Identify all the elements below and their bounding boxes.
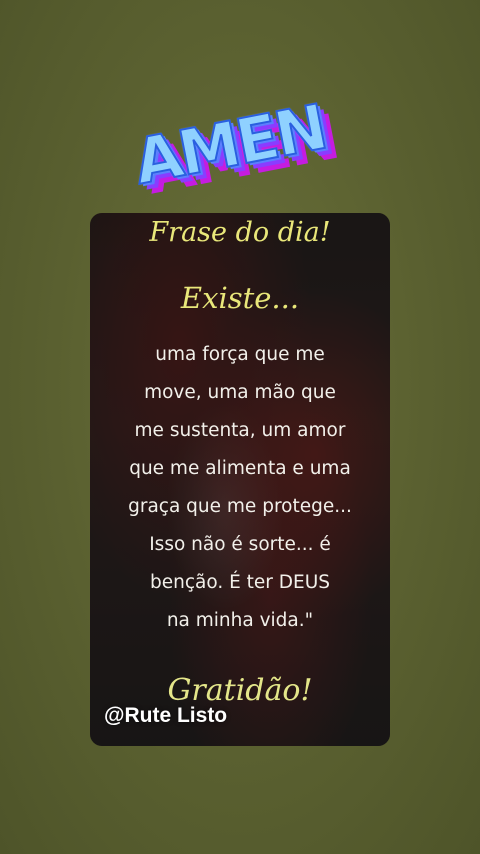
quote-line: benção. É ter DEUS bbox=[149, 572, 331, 593]
author-watermark: @Rute Listo bbox=[104, 704, 228, 727]
quote-line: graça que me protege... bbox=[128, 496, 352, 517]
quote-line: move, uma mão que bbox=[144, 382, 336, 403]
quote-line: Isso não é sorte... é bbox=[149, 534, 331, 555]
quote-line: uma força que me bbox=[155, 344, 325, 365]
quote-line: que me alimenta e uma bbox=[129, 458, 351, 479]
quote-body: uma força que me move, uma mão que me su… bbox=[90, 336, 390, 640]
closing-text: Gratidão! bbox=[167, 673, 313, 708]
quote-heading: Existe... bbox=[180, 281, 300, 315]
quote-line: me sustenta, um amor bbox=[134, 420, 346, 441]
quote-line: na minha vida." bbox=[166, 610, 314, 631]
quote-card: Frase do dia! Existe... uma força que me… bbox=[90, 213, 390, 746]
